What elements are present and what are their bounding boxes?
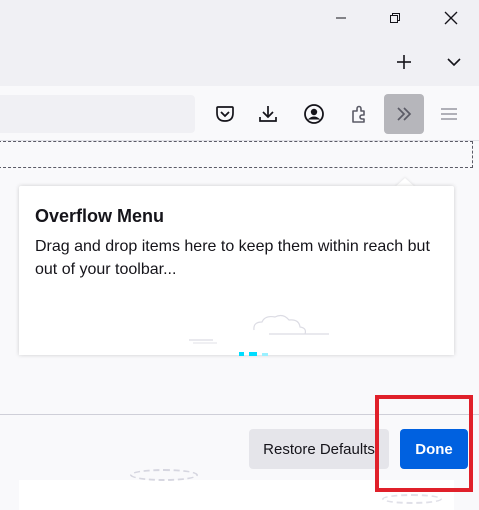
minimize-icon	[335, 17, 346, 19]
navigation-toolbar	[0, 86, 479, 141]
restore-defaults-button[interactable]: Restore Defaults	[249, 429, 389, 469]
title-bar	[0, 0, 479, 86]
highlight-box	[375, 395, 473, 492]
restore-button[interactable]	[371, 0, 418, 36]
close-icon	[444, 11, 457, 25]
panel-title: Overflow Menu	[35, 206, 165, 226]
pocket-button[interactable]	[205, 94, 245, 134]
bottom-illustration-secondary	[382, 494, 442, 504]
account-button[interactable]	[294, 94, 334, 134]
overflow-menu-button[interactable]	[384, 94, 424, 134]
close-button[interactable]	[427, 0, 474, 36]
hamburger-menu-icon	[441, 108, 457, 120]
restore-icon	[389, 13, 400, 23]
overflow-menu-panel[interactable]: Overflow Menu Drag and drop items here t…	[19, 186, 454, 356]
bottom-illustration	[130, 469, 198, 481]
pocket-icon	[216, 106, 234, 122]
account-icon	[304, 104, 324, 124]
list-all-tabs-button[interactable]	[438, 46, 470, 78]
panel-description: Drag and drop items here to keep them wi…	[35, 238, 430, 278]
minimize-button[interactable]	[317, 0, 364, 36]
customizable-toolbar-dropzone[interactable]	[0, 141, 473, 168]
new-tab-button[interactable]	[388, 46, 420, 78]
app-menu-button[interactable]	[429, 94, 469, 134]
download-icon	[259, 106, 277, 122]
extensions-button[interactable]	[339, 94, 379, 134]
downloads-button[interactable]	[248, 94, 288, 134]
overflow-illustration	[189, 314, 329, 356]
chevron-down-icon	[447, 58, 461, 67]
plus-icon	[397, 55, 411, 69]
extensions-icon	[352, 105, 365, 123]
url-bar[interactable]	[0, 95, 195, 133]
overflow-chevrons-icon	[397, 107, 412, 121]
